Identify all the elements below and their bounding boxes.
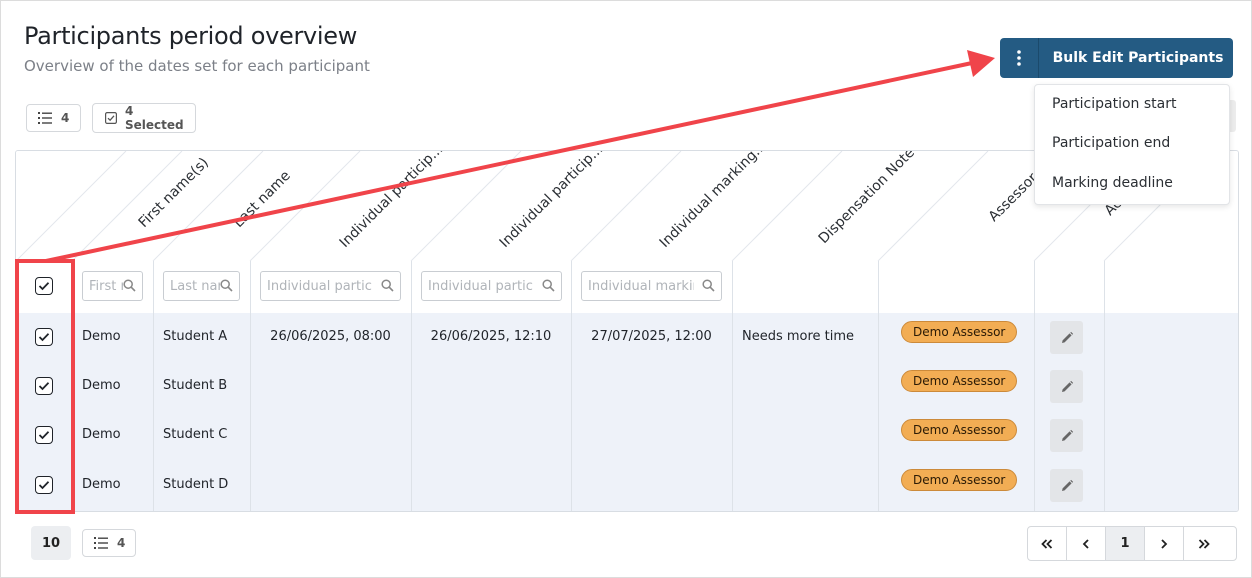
- previous-page-button[interactable]: [1067, 527, 1106, 560]
- assessor-badge: Demo Assessor: [901, 469, 1018, 491]
- search-icon: [702, 279, 715, 292]
- assessor-badge: Demo Assessor: [901, 370, 1018, 392]
- menu-item-marking-deadline[interactable]: Marking deadline: [1052, 175, 1173, 191]
- column-divider: [72, 261, 73, 511]
- search-icon: [542, 279, 555, 292]
- edit-row-button[interactable]: [1050, 469, 1083, 502]
- last-page-button[interactable]: [1184, 527, 1223, 560]
- list-icon: [94, 537, 108, 549]
- first-page-button[interactable]: [1028, 527, 1067, 560]
- list-icon: [38, 112, 52, 124]
- cell-marking-deadline: 27/07/2025, 12:00: [591, 329, 712, 344]
- list-count-chip[interactable]: 4: [26, 104, 81, 132]
- check-icon: [38, 333, 50, 342]
- bulk-edit-label: Bulk Edit Participants: [1052, 50, 1224, 66]
- list-count-value: 4: [61, 111, 70, 125]
- check-icon: [38, 382, 50, 391]
- check-icon: [38, 481, 50, 490]
- cell-participation-start: 26/06/2025, 08:00: [270, 329, 391, 344]
- filter-row: [16, 261, 1238, 314]
- menu-item-participation-start[interactable]: Participation start: [1052, 96, 1176, 112]
- filter-marking-deadline[interactable]: [581, 271, 722, 301]
- menu-item-participation-end[interactable]: Participation end: [1052, 135, 1170, 151]
- filter-last-name[interactable]: [163, 271, 240, 301]
- column-divider: [571, 261, 572, 511]
- cell-dispensation-note: Needs more time: [742, 329, 855, 344]
- column-divider: [153, 261, 154, 511]
- selected-count-label: 4 Selected: [125, 104, 184, 132]
- table-row: Demo Student A 26/06/2025, 08:00 26/06/2…: [16, 313, 1238, 363]
- table-row: Demo Student D Demo Assessor: [16, 460, 1238, 511]
- page-title: Participants period overview: [24, 22, 358, 50]
- select-all-checkbox[interactable]: [35, 277, 53, 295]
- filter-marking-deadline-input[interactable]: [588, 277, 694, 295]
- row-checkbox[interactable]: [35, 426, 53, 444]
- filter-participation-start-input[interactable]: [267, 277, 373, 295]
- vertical-dots-icon[interactable]: [1000, 38, 1039, 78]
- page-subtitle: Overview of the dates set for each parti…: [24, 57, 370, 75]
- cell-first-name: Demo: [82, 329, 121, 344]
- filter-last-name-input[interactable]: [170, 277, 220, 295]
- bulk-edit-button[interactable]: Bulk Edit Participants: [1000, 38, 1233, 78]
- column-divider: [732, 261, 733, 511]
- row-checkbox[interactable]: [35, 377, 53, 395]
- check-icon: [38, 282, 50, 291]
- filter-participation-end-input[interactable]: [428, 277, 534, 295]
- column-divider: [878, 261, 879, 511]
- total-count-chip[interactable]: 4: [82, 529, 136, 557]
- pagination: 1: [1027, 526, 1237, 561]
- cell-participation-end: 26/06/2025, 12:10: [430, 329, 552, 344]
- search-icon: [220, 279, 233, 292]
- bulk-edit-menu: Participation start Participation end Ma…: [1034, 84, 1230, 205]
- first-page-icon: [1041, 538, 1053, 549]
- row-checkbox[interactable]: [35, 476, 53, 494]
- pencil-icon: [1061, 331, 1073, 343]
- cell-last-name: Student A: [163, 329, 228, 344]
- cell-last-name: Student B: [163, 378, 228, 393]
- next-page-button[interactable]: [1145, 527, 1184, 560]
- last-page-icon: [1198, 538, 1210, 549]
- table-row: Demo Student C Demo Assessor: [16, 411, 1238, 461]
- cell-last-name: Student C: [163, 427, 228, 442]
- pencil-icon: [1061, 479, 1073, 491]
- pencil-icon: [1061, 429, 1073, 441]
- row-checkbox[interactable]: [35, 328, 53, 346]
- column-divider: [250, 261, 251, 511]
- page-button-current[interactable]: 1: [1106, 527, 1145, 560]
- edit-row-button[interactable]: [1050, 321, 1083, 354]
- assessor-badge: Demo Assessor: [901, 419, 1018, 441]
- filter-participation-start[interactable]: [260, 271, 401, 301]
- filter-participation-end[interactable]: [421, 271, 562, 301]
- previous-page-icon: [1082, 538, 1089, 549]
- edit-row-button[interactable]: [1050, 419, 1083, 452]
- cell-first-name: Demo: [82, 427, 121, 442]
- search-icon: [123, 279, 136, 292]
- column-divider: [1034, 261, 1035, 511]
- cell-last-name: Student D: [163, 477, 229, 492]
- cell-first-name: Demo: [82, 477, 121, 492]
- column-divider: [411, 261, 412, 511]
- search-icon: [381, 279, 394, 292]
- check-icon: [38, 431, 50, 440]
- cell-first-name: Demo: [82, 378, 121, 393]
- page-size-selector[interactable]: 10: [31, 526, 71, 560]
- filter-first-name-input[interactable]: [89, 277, 123, 295]
- column-divider: [1104, 261, 1105, 511]
- table-row: Demo Student B Demo Assessor: [16, 362, 1238, 412]
- checkbox-icon: [105, 112, 117, 124]
- selected-count-chip[interactable]: 4 Selected: [92, 103, 196, 133]
- filter-first-name[interactable]: [82, 271, 143, 301]
- total-count-value: 4: [117, 536, 126, 550]
- assessor-badge: Demo Assessor: [901, 321, 1018, 343]
- next-page-icon: [1161, 538, 1168, 549]
- pencil-icon: [1061, 380, 1073, 392]
- edit-row-button[interactable]: [1050, 370, 1083, 403]
